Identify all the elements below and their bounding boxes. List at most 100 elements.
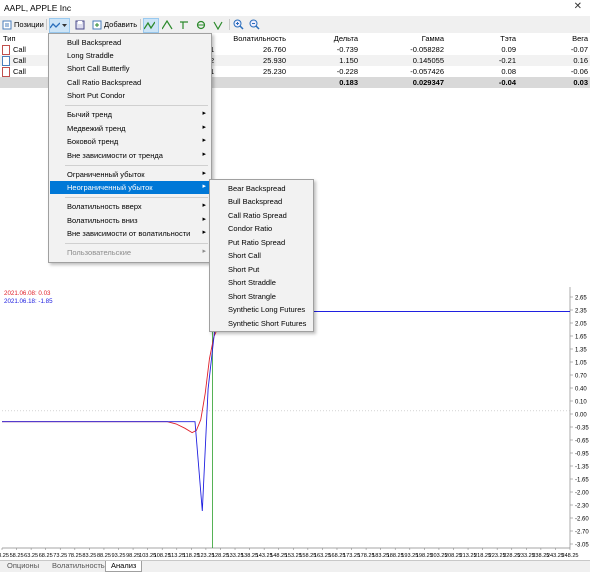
row-vega: 0.16: [573, 56, 588, 65]
submenu-arrow-icon: ▸: [202, 110, 206, 117]
close-icon[interactable]: ✕: [574, 1, 582, 12]
menu-item-label: Неограниченный убыток: [67, 183, 153, 192]
menu-item-label: Вне зависимости от волатильности: [67, 229, 191, 238]
tab-options[interactable]: Опционы: [2, 561, 44, 571]
menu-item-label: Медвежий тренд: [67, 124, 126, 133]
menu-item-volatility-up[interactable]: Волатильность вверх ▸: [50, 200, 210, 213]
save-button[interactable]: [75, 18, 85, 31]
delta-button[interactable]: [162, 18, 173, 31]
call-option-icon: [2, 67, 10, 77]
menu-item-any-volatility[interactable]: Вне зависимости от волатильности ▸: [50, 227, 210, 240]
menu-item-volatility-down[interactable]: Волатильность вниз ▸: [50, 214, 210, 227]
menu-item-label: Пользовательские: [67, 248, 132, 257]
submenu-item-bear-backspread[interactable]: Bear Backspread: [211, 182, 312, 195]
total-theta: -0.04: [498, 78, 516, 87]
submenu-item-call-ratio-spread[interactable]: Call Ratio Spread: [211, 209, 312, 222]
x-tick-label: 88.25: [97, 553, 111, 559]
col-theta-header[interactable]: Тэта: [460, 34, 516, 43]
menu-item-short-put-condor[interactable]: Short Put Condor: [50, 89, 210, 102]
y-tick-label: -1.35: [575, 465, 589, 471]
y-tick-label: -2.60: [575, 517, 589, 523]
row-theta: 0.08: [501, 67, 516, 76]
submenu-arrow-icon: ▸: [202, 202, 206, 209]
y-tick-label: 1.65: [575, 335, 587, 341]
submenu-item-short-put[interactable]: Short Put: [211, 263, 312, 276]
submenu-arrow-icon: ▸: [202, 248, 206, 255]
row-volatility: 25.930: [263, 56, 286, 65]
menu-item-bullish-trend[interactable]: Бычий тренд ▸: [50, 108, 210, 121]
total-delta: 0.183: [339, 78, 358, 87]
submenu-item-short-call[interactable]: Short Call: [211, 249, 312, 262]
add-button[interactable]: Добавить: [92, 18, 137, 31]
add-icon: [92, 20, 102, 29]
menu-item-bull-backspread[interactable]: Bull Backspread: [50, 36, 210, 49]
row-type: Call: [13, 56, 26, 65]
row-type: Call: [13, 67, 26, 76]
submenu-arrow-icon: ▸: [202, 170, 206, 177]
menu-separator: [65, 243, 208, 244]
save-icon: [75, 20, 85, 29]
zoom-in-button[interactable]: [233, 18, 244, 31]
submenu-item-short-strangle[interactable]: Short Strangle: [211, 290, 312, 303]
zoom-out-button[interactable]: [249, 18, 260, 31]
menu-item-long-straddle[interactable]: Long Straddle: [50, 49, 210, 62]
submenu-item-label: Bear Backspread: [228, 184, 286, 193]
menu-item-bearish-trend[interactable]: Медвежий тренд ▸: [50, 122, 210, 135]
col-vega-header[interactable]: Вега: [540, 34, 588, 43]
menu-item-any-trend[interactable]: Вне зависимости от тренда ▸: [50, 149, 210, 162]
bottom-tabs: Опционы Волатильность Анализ: [0, 560, 590, 572]
menu-item-label: Ограниченный убыток: [67, 170, 145, 179]
menu-item-unlimited-loss[interactable]: Неограниченный убыток ▸: [50, 181, 210, 194]
y-tick-label: 0.70: [575, 374, 587, 380]
menu-item-call-ratio-backspread[interactable]: Call Ratio Backspread: [50, 76, 210, 89]
submenu-item-put-ratio-spread[interactable]: Put Ratio Spread: [211, 236, 312, 249]
submenu-item-label: Short Straddle: [228, 278, 276, 287]
tab-volatility[interactable]: Волатильность: [47, 561, 110, 571]
x-tick-label: 58.25: [10, 553, 24, 559]
positions-button[interactable]: Позиции: [2, 18, 44, 31]
strategy-menu: Bull Backspread Long Straddle Short Call…: [48, 33, 212, 263]
submenu-item-synthetic-long-futures[interactable]: Synthetic Long Futures: [211, 303, 312, 316]
y-tick-label: 2.35: [575, 309, 587, 315]
col-gamma-header[interactable]: Гамма: [380, 34, 444, 43]
col-delta-header[interactable]: Дельта: [300, 34, 358, 43]
strategy-dropdown-button[interactable]: [49, 18, 70, 33]
submenu-item-condor-ratio[interactable]: Condor Ratio: [211, 222, 312, 235]
gamma-button[interactable]: [179, 18, 190, 31]
x-tick-label: 83.25: [82, 553, 96, 559]
submenu-arrow-icon: ▸: [202, 124, 206, 131]
call-option-icon: [2, 45, 10, 55]
theta-button[interactable]: [196, 18, 207, 31]
toolbar: Позиции Добавить: [0, 16, 590, 34]
submenu-item-bull-backspread[interactable]: Bull Backspread: [211, 195, 312, 208]
chevron-down-icon: [62, 24, 67, 27]
menu-separator: [65, 165, 208, 166]
menu-item-label: Волатильность вниз: [67, 216, 138, 225]
y-tick-label: -0.65: [575, 439, 589, 445]
row-type: Call: [13, 45, 26, 54]
y-tick-label: 1.35: [575, 348, 587, 354]
total-gamma: 0.029347: [412, 78, 444, 87]
x-tick-label: 63.25: [24, 553, 38, 559]
submenu-item-short-straddle[interactable]: Short Straddle: [211, 276, 312, 289]
menu-item-label: Бычий тренд: [67, 110, 112, 119]
col-volatility-header[interactable]: Волатильность: [220, 34, 286, 43]
window-title: AAPL, APPLE Inc: [4, 3, 72, 13]
menu-item-limited-loss[interactable]: Ограниченный убыток ▸: [50, 168, 210, 181]
menu-item-short-call-butterfly[interactable]: Short Call Butterfly: [50, 62, 210, 75]
submenu-item-synthetic-short-futures[interactable]: Synthetic Short Futures: [211, 317, 312, 330]
strategy-icon: [50, 22, 60, 28]
unlimited-loss-submenu: Bear Backspread Bull Backspread Call Rat…: [209, 179, 314, 332]
menu-item-custom[interactable]: Пользовательские ▸: [50, 246, 210, 259]
submenu-item-label: Condor Ratio: [228, 224, 273, 233]
col-type-header[interactable]: Тип: [3, 34, 16, 43]
submenu-item-label: Put Ratio Spread: [228, 238, 286, 247]
menu-item-label: Волатильность вверх: [67, 202, 142, 211]
submenu-item-label: Bull Backspread: [228, 197, 283, 206]
total-vega: 0.03: [573, 78, 588, 87]
row-delta: 1.150: [339, 56, 358, 65]
vega-button[interactable]: [213, 18, 224, 31]
menu-item-sideways-trend[interactable]: Боковой тренд ▸: [50, 135, 210, 148]
curve-button[interactable]: [143, 18, 159, 33]
tab-analysis[interactable]: Анализ: [105, 561, 143, 572]
